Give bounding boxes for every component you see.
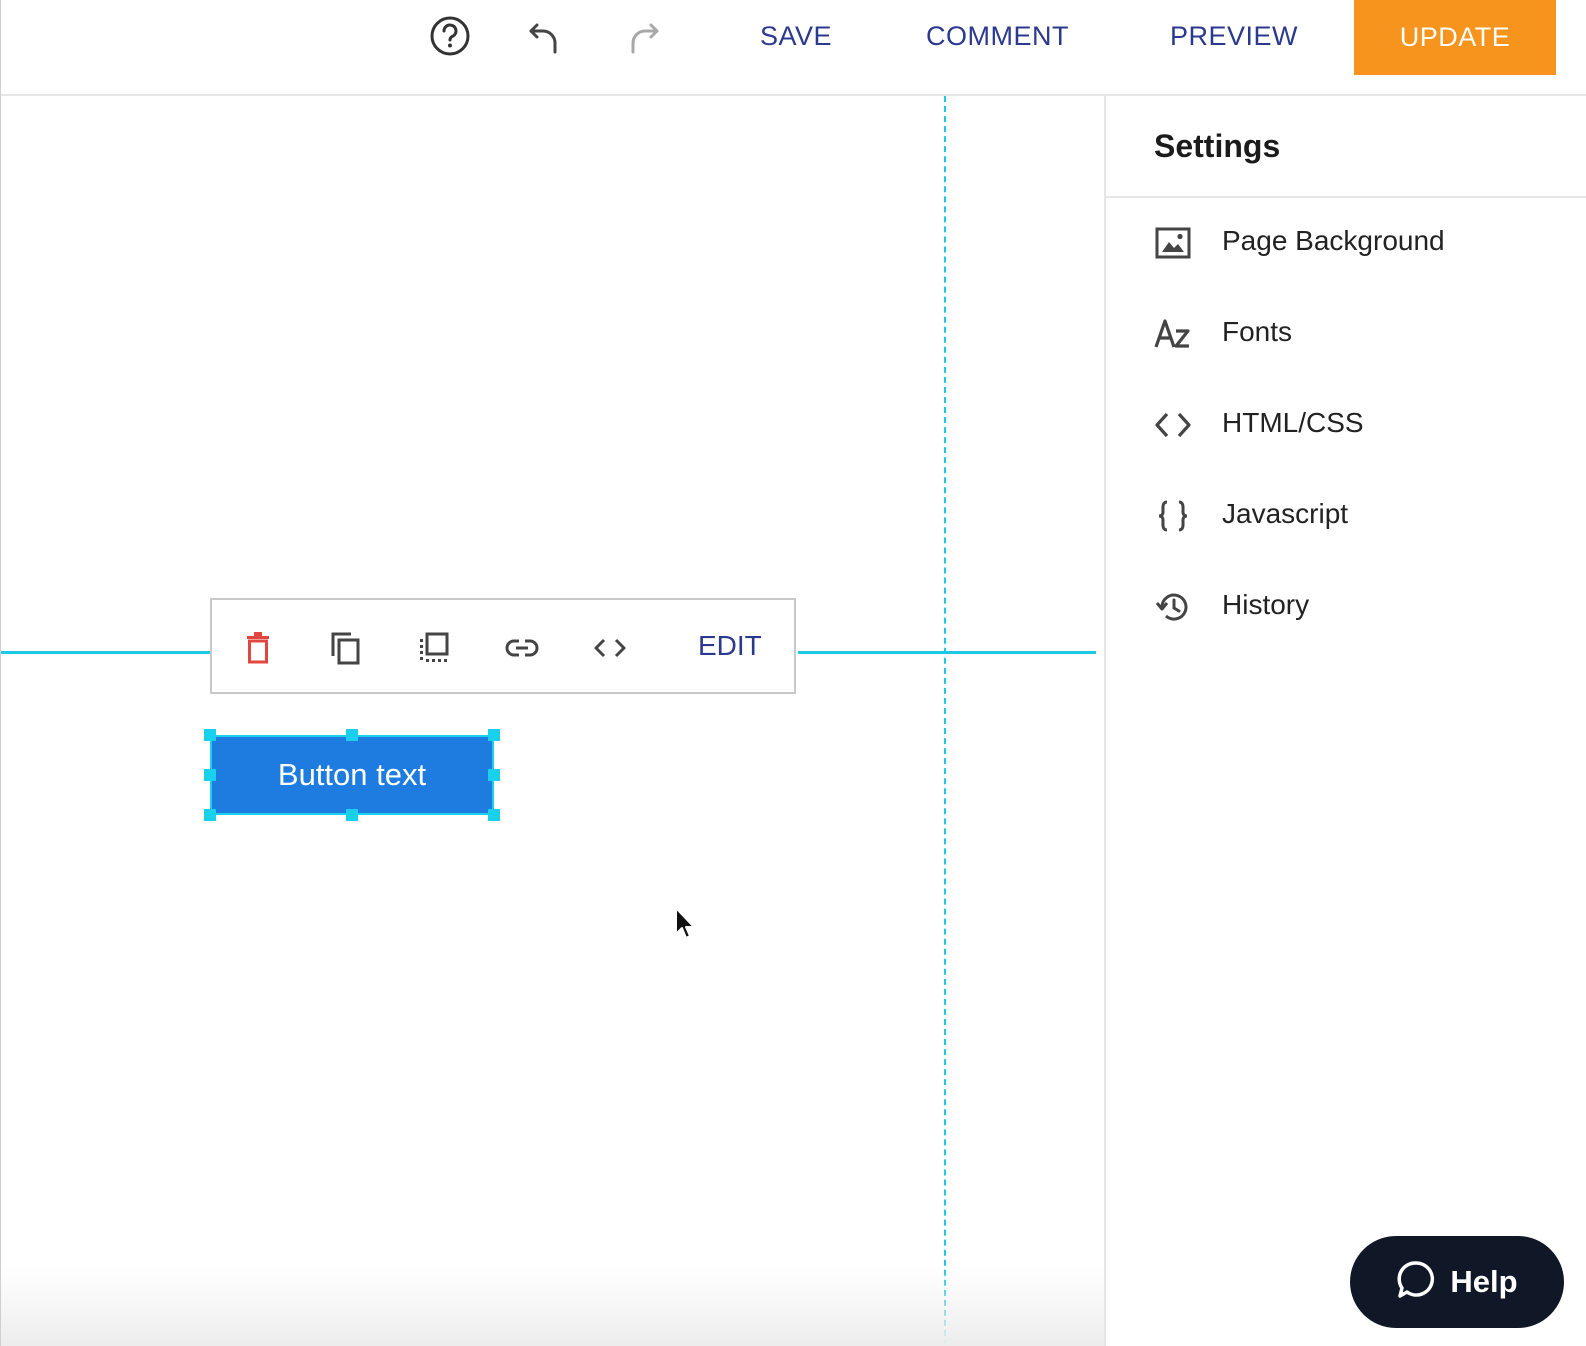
help-circle-icon[interactable] [428,14,472,58]
sidebar-item-page-background[interactable]: Page Background [1106,208,1586,278]
top-toolbar: SAVE COMMENT PREVIEW UPDATE [0,0,1586,96]
preview-button[interactable]: PREVIEW [1170,16,1298,56]
resize-handle-top[interactable] [346,729,358,741]
resize-handle-bottom[interactable] [346,809,358,821]
resize-handle-top-right[interactable] [488,729,500,741]
sidebar-item-label: Fonts [1222,316,1293,347]
duplicate-icon[interactable] [326,628,366,668]
resize-handle-right[interactable] [488,769,500,781]
window-border [0,0,1,1346]
sidebar-item-history[interactable]: History [1106,572,1586,642]
az-icon [1154,315,1192,353]
resize-handle-left[interactable] [204,769,216,781]
editor-canvas[interactable]: EDIT Button text [0,96,1104,1346]
sidebar-title: Settings [1154,128,1281,164]
redo-icon[interactable] [620,14,664,58]
delete-icon[interactable] [238,628,278,668]
sidebar-item-fonts[interactable]: Fonts [1106,299,1586,369]
selected-button-element[interactable]: Button text [210,735,494,815]
code-icon [1154,406,1192,444]
resize-handle-top-left[interactable] [204,729,216,741]
help-button[interactable]: Help [1350,1236,1564,1328]
undo-icon[interactable] [524,14,568,58]
sidebar-header: Settings [1106,96,1586,198]
comment-button[interactable]: COMMENT [926,16,1069,56]
sidebar-item-label: Javascript [1222,498,1349,529]
canvas-bottom-shadow [0,1266,1104,1346]
sidebar-item-label: History [1222,589,1310,620]
sidebar-item-label: Page Background [1222,225,1445,256]
code-icon[interactable] [590,628,630,668]
history-icon [1154,588,1192,626]
page-builder-window: SAVE COMMENT PREVIEW UPDATE EDIT Button … [0,0,1586,1346]
help-label: Help [1450,1264,1518,1299]
sidebar-item-javascript[interactable]: Javascript [1106,481,1586,551]
sidebar-item-html-css[interactable]: HTML/CSS [1106,390,1586,460]
vertical-guide-line [944,96,946,1346]
horizontal-guide-line [0,651,210,654]
horizontal-guide-line [798,651,1096,654]
element-toolbar: EDIT [210,598,796,694]
image-icon [1154,224,1192,262]
braces-icon [1154,497,1192,535]
settings-sidebar: Settings Page Background Fonts HTML/CSS … [1104,96,1586,1346]
sidebar-item-label: HTML/CSS [1222,407,1364,438]
edit-button[interactable]: EDIT [698,626,762,666]
chat-bubble-icon [1396,1260,1436,1305]
update-button[interactable]: UPDATE [1354,0,1556,75]
resize-handle-bottom-left[interactable] [204,809,216,821]
save-button[interactable]: SAVE [760,16,832,56]
select-parent-icon[interactable] [414,628,454,668]
resize-handle-bottom-right[interactable] [488,809,500,821]
mouse-cursor-icon [674,906,698,942]
link-icon[interactable] [502,628,542,668]
